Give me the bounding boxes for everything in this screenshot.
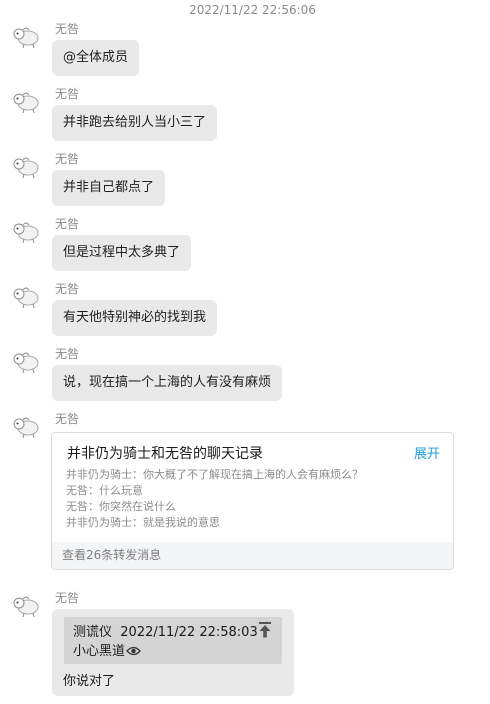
sender-name: 无咎 [55,87,80,101]
sheep-avatar-icon[interactable] [11,350,43,374]
quoted-sender: 测谎仪 [73,625,113,640]
sheep-avatar-icon[interactable] [11,25,43,49]
sheep-avatar-icon[interactable] [11,90,43,114]
reply-text: 你说对了 [63,674,116,689]
message-bubble[interactable]: @全体成员 [52,40,140,76]
view-forwarded-messages-link[interactable]: 查看26条转发消息 [52,542,453,569]
eye-icon [126,646,141,656]
sender-name: 无咎 [55,282,80,296]
chat-timestamp: 2022/11/22 22:56:06 [189,3,316,17]
sheep-avatar-icon[interactable] [11,220,43,244]
forwarded-chat-card[interactable]: 并非仍为骑士和无咎的聊天记录 展开 并非仍为骑士：你大概了不了解现在搞上海的人会… [51,432,454,570]
quoted-text: 小心黑道 [73,640,141,659]
quoted-text-content: 小心黑道 [73,644,126,659]
sheep-avatar-icon[interactable] [11,285,43,309]
jump-to-original-icon[interactable] [258,622,272,638]
quoted-time: 2022/11/22 22:58:03 [120,625,258,640]
sender-name: 无咎 [55,591,80,605]
forwarded-preview: 并非仍为骑士：你大概了不了解现在搞上海的人会有麻烦么？ 无咎：什么玩意 无咎：你… [66,467,363,531]
forwarded-preview-line: 无咎：你突然在说什么 [66,500,176,513]
expand-button[interactable]: 展开 [414,443,440,462]
message-bubble[interactable]: 有天他特别神必的找到我 [52,300,218,336]
quoted-message-header: 测谎仪 2022/11/22 22:58:03 [73,621,258,640]
sender-name: 无咎 [55,347,80,361]
sender-name: 无咎 [55,152,80,166]
sender-name: 无咎 [55,412,80,426]
forwarded-preview-line: 无咎：什么玩意 [66,484,143,497]
sender-name: 无咎 [55,22,80,36]
forwarded-chat-title: 并非仍为骑士和无咎的聊天记录 [67,446,263,462]
sheep-avatar-icon[interactable] [11,155,43,179]
message-bubble[interactable]: 说，现在搞一个上海的人有没有麻烦 [52,365,283,401]
forwarded-preview-line: 并非仍为骑士：就是我说的意思 [66,516,220,529]
sender-name: 无咎 [55,217,80,231]
message-bubble[interactable]: 但是过程中太多典了 [52,235,192,271]
message-bubble[interactable]: 并非跑去给别人当小三了 [52,105,218,141]
forwarded-preview-line: 并非仍为骑士：你大概了不了解现在搞上海的人会有麻烦么？ [66,468,363,481]
reply-message-bubble[interactable]: 测谎仪 2022/11/22 22:58:03 小心黑道 你说对了 [52,609,294,696]
sheep-avatar-icon[interactable] [11,594,43,618]
sheep-avatar-icon[interactable] [11,415,43,439]
quoted-message[interactable]: 测谎仪 2022/11/22 22:58:03 小心黑道 [64,617,282,664]
message-bubble[interactable]: 并非自己都点了 [52,170,166,206]
